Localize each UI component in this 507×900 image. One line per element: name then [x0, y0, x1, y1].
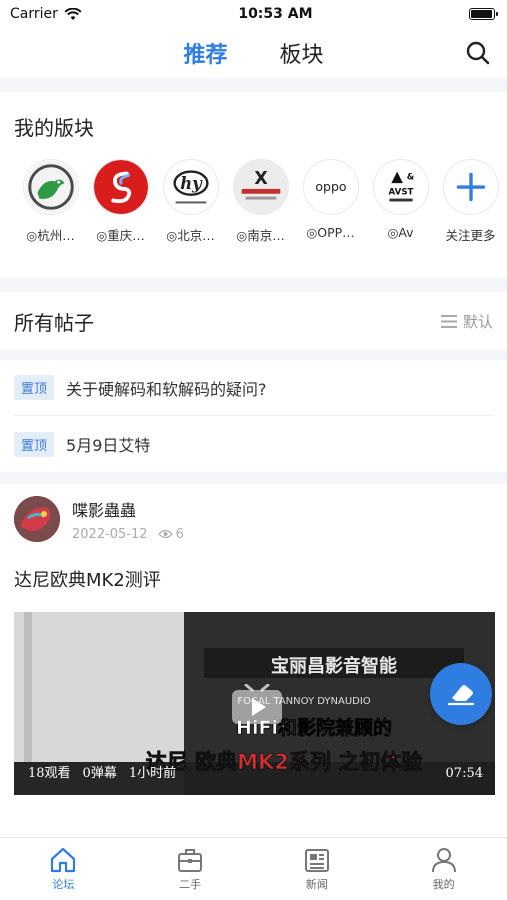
- post-meta: 2022-05-12 6: [72, 527, 184, 542]
- bottom-tab-bar: 论坛 二手 新闻 我的: [0, 837, 507, 900]
- board-label: ◎Av: [387, 225, 414, 240]
- news-icon: [304, 849, 329, 872]
- avatar[interactable]: [14, 496, 60, 542]
- post-card[interactable]: 喋影蟲蟲 2022-05-12 6 达尼欧典MK2测评 宝丽昌影音智能 FOCA…: [0, 484, 507, 795]
- battery-icon: [468, 8, 498, 20]
- sort-label: 默认: [462, 312, 493, 331]
- carrier-label: Carrier: [10, 6, 58, 22]
- all-posts-header: 所有帖子 默认: [0, 292, 507, 350]
- compose-button[interactable]: [430, 663, 492, 725]
- board-list: ◎杭州… ◎重庆… hy ◎北京… X ◎南京… oppo ◎OPP… & AV…: [0, 159, 507, 244]
- eye-icon: [157, 529, 173, 539]
- section-divider: [0, 472, 507, 484]
- video-thumbnail[interactable]: 宝丽昌影音智能 FOCAL TANNOY DYNAUDIO HiFi和影院兼顾的…: [14, 612, 495, 795]
- my-boards-section: 我的版块 ◎杭州… ◎重庆… hy ◎北京… X ◎南京… oppo ◎OPP……: [0, 92, 507, 278]
- home-icon: [51, 847, 76, 873]
- tab-label: 二手: [179, 878, 202, 891]
- status-time: 10:53 AM: [238, 6, 313, 22]
- board-item-chongqing[interactable]: ◎重庆…: [92, 159, 149, 244]
- oppo-logo-icon: oppo: [302, 159, 359, 215]
- list-icon: [440, 314, 457, 328]
- follow-more-button[interactable]: 关注更多: [442, 159, 499, 244]
- video-duration: 07:54: [445, 766, 483, 781]
- post-author[interactable]: 喋影蟲蟲 2022-05-12 6: [14, 496, 493, 542]
- pinned-post-title: 5月9日艾特: [66, 436, 151, 455]
- status-left: Carrier: [10, 6, 82, 22]
- board-label: ◎重庆…: [96, 228, 145, 243]
- tab-boards[interactable]: 板块: [280, 37, 324, 69]
- store-sign-text: 宝丽昌影音智能: [271, 655, 397, 677]
- pinned-post[interactable]: 置顶 关于硬解码和软解码的疑问?: [14, 360, 493, 416]
- x-logo-text: X: [254, 169, 268, 189]
- tab-label: 我的: [432, 878, 455, 891]
- post-date: 2022-05-12: [72, 526, 148, 542]
- battery-level: [470, 10, 492, 18]
- hy-logo-text: hy: [180, 174, 203, 193]
- board-label: 关注更多: [445, 228, 496, 243]
- sort-dropdown[interactable]: 默认: [440, 311, 493, 332]
- view-count-value: 6: [175, 526, 184, 542]
- pinned-badge: 置顶: [14, 375, 55, 400]
- board-item-nanjing[interactable]: X ◎南京…: [232, 159, 289, 244]
- board-item-oppo[interactable]: oppo ◎OPP…: [302, 159, 359, 244]
- svg-text:&: &: [406, 172, 414, 182]
- avst-logo-text: AVST: [388, 188, 413, 198]
- tab-second-hand[interactable]: 二手: [127, 838, 254, 900]
- board-label: ◎北京…: [166, 228, 215, 243]
- board-label: ◎杭州…: [26, 228, 75, 243]
- post-title[interactable]: 达尼欧典MK2测评: [14, 566, 493, 592]
- board-item-beijing[interactable]: hy ◎北京…: [162, 159, 219, 244]
- green-bird-logo-icon: [22, 159, 79, 215]
- eraser-icon: [447, 685, 475, 706]
- plus-icon: [442, 159, 499, 215]
- tab-forum[interactable]: 论坛: [0, 838, 127, 900]
- wifi-icon: [64, 7, 82, 20]
- pinned-post[interactable]: 置顶 5月9日艾特: [14, 416, 493, 472]
- avst-logo-icon: & AVST: [372, 159, 429, 215]
- video-stats: 18观看 0弹幕 1小时前: [28, 762, 176, 781]
- search-icon[interactable]: [465, 40, 491, 66]
- video-danmaku: 0弹幕: [82, 766, 117, 781]
- pinned-posts: 置顶 关于硬解码和软解码的疑问? 置顶 5月9日艾特: [0, 360, 507, 472]
- view-count: 6: [157, 526, 184, 542]
- all-posts-title: 所有帖子: [14, 310, 94, 335]
- video-caption-2: 达尼 欧典MK2系列 之初体验: [146, 750, 422, 774]
- pinned-badge: 置顶: [14, 431, 55, 457]
- play-icon[interactable]: [230, 684, 284, 726]
- section-divider: [0, 78, 507, 92]
- red-circle-s-logo-icon: [92, 159, 149, 215]
- user-icon: [431, 848, 456, 873]
- x-logo-icon: X: [232, 159, 289, 215]
- tab-recommend[interactable]: 推荐: [183, 37, 227, 69]
- status-bar: Carrier 10:53 AM: [0, 0, 507, 28]
- tab-label: 论坛: [52, 878, 75, 891]
- tab-profile[interactable]: 我的: [380, 838, 507, 900]
- hy-logo-icon: hy: [162, 159, 219, 215]
- my-boards-title: 我的版块: [14, 116, 94, 140]
- author-info: 喋影蟲蟲 2022-05-12 6: [72, 497, 184, 542]
- board-item-av[interactable]: & AVST ◎Av: [372, 159, 429, 244]
- video-time-ago: 1小时前: [128, 766, 177, 781]
- board-label: ◎南京…: [236, 228, 285, 243]
- pinned-post-title: 关于硬解码和软解码的疑问?: [66, 379, 267, 399]
- board-item-hangzhou[interactable]: ◎杭州…: [22, 159, 79, 244]
- section-divider: [0, 278, 507, 292]
- tab-label: 新闻: [305, 878, 328, 891]
- author-name[interactable]: 喋影蟲蟲: [72, 497, 184, 521]
- top-nav: 推荐 板块: [0, 28, 507, 78]
- board-label: ◎OPP…: [306, 225, 355, 240]
- oppo-logo-text: oppo: [315, 179, 346, 194]
- briefcase-icon: [178, 849, 203, 872]
- tab-news[interactable]: 新闻: [254, 838, 381, 900]
- video-views: 18观看: [28, 766, 71, 781]
- section-divider: [0, 350, 507, 360]
